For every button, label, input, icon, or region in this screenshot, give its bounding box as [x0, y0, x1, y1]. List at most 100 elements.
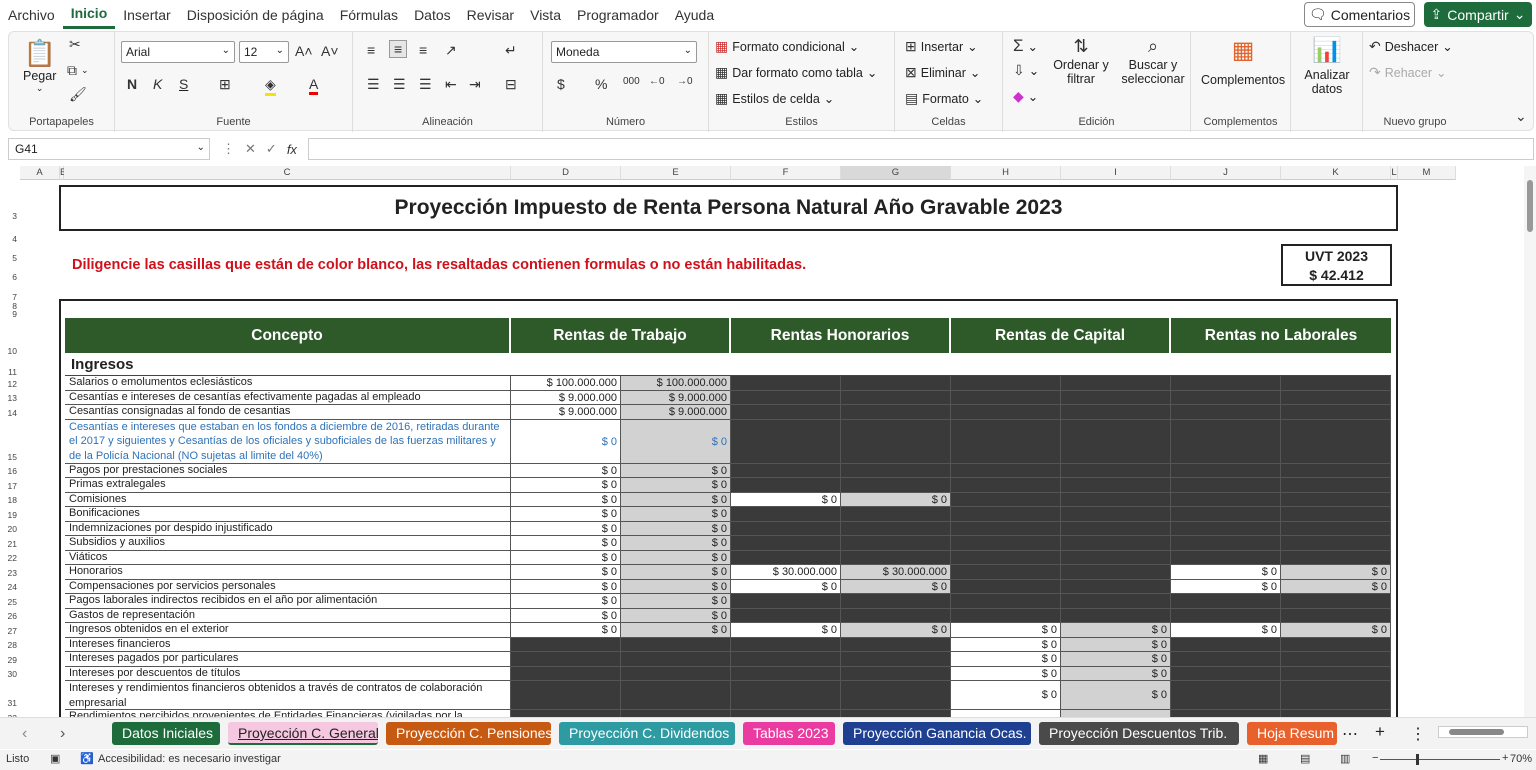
row-header[interactable]: 9: [0, 309, 20, 319]
align-top-button[interactable]: ≡: [367, 42, 375, 58]
macro-icon[interactable]: ▣: [50, 752, 60, 765]
row-header[interactable]: 11: [0, 367, 20, 377]
borders-button[interactable]: ⊞: [219, 76, 231, 93]
align-bottom-button[interactable]: ≡: [419, 42, 427, 58]
value-cell[interactable]: $ 0: [511, 579, 621, 594]
worksheet-grid[interactable]: ABCDEFGHIJKLM 34567891011121314151617181…: [0, 166, 1524, 717]
column-header-g[interactable]: G: [841, 166, 951, 180]
column-header-m[interactable]: M: [1398, 166, 1456, 180]
menu-insertar[interactable]: Insertar: [115, 0, 178, 30]
sheet-tab[interactable]: Proyección C. Dividendos: [559, 722, 735, 745]
options-icon[interactable]: ⋮: [1410, 724, 1426, 744]
column-header-j[interactable]: J: [1171, 166, 1281, 180]
row-header[interactable]: 13: [0, 393, 20, 403]
sheet-tab[interactable]: Proyección Ganancia Ocas.: [843, 722, 1031, 745]
menu-inicio[interactable]: Inicio: [62, 1, 116, 29]
row-header[interactable]: 14: [0, 407, 20, 418]
redo-button[interactable]: ↷ Rehacer ⌄: [1369, 64, 1446, 81]
hscroll-thumb[interactable]: [1449, 729, 1504, 735]
undo-button[interactable]: ↶ Deshacer ⌄: [1369, 38, 1453, 55]
scroll-thumb[interactable]: [1527, 180, 1533, 232]
row-header[interactable]: 19: [0, 509, 20, 520]
font-color-button[interactable]: A: [309, 76, 319, 95]
value-cell[interactable]: $ 0: [951, 666, 1061, 681]
next-sheet-icon[interactable]: ›: [60, 725, 65, 743]
zoom-level[interactable]: 70%: [1510, 753, 1532, 765]
horizontal-scrollbar[interactable]: [1438, 726, 1528, 738]
row-header[interactable]: 26: [0, 611, 20, 621]
prev-sheet-icon[interactable]: ‹: [22, 725, 27, 743]
menu-formulas[interactable]: Fórmulas: [332, 0, 406, 30]
value-cell[interactable]: $ 0: [511, 492, 621, 507]
addins-button[interactable]: ▦ Complementos: [1201, 36, 1285, 87]
zoom-out-icon[interactable]: −: [1372, 752, 1378, 764]
delete-cells-button[interactable]: ⊠ Eliminar ⌄: [905, 64, 980, 81]
thousands-button[interactable]: 000: [623, 76, 640, 87]
comments-button[interactable]: 🗨 Comentarios: [1304, 2, 1415, 27]
zoom-slider[interactable]: [1380, 754, 1500, 765]
menu-archivo[interactable]: Archivo: [0, 0, 63, 30]
share-button[interactable]: ⇪ Compartir ⌄: [1424, 2, 1532, 27]
menu-revisar[interactable]: Revisar: [459, 0, 522, 30]
row-header[interactable]: 29: [0, 654, 20, 665]
paste-button[interactable]: 📋 Pegar ⌄: [23, 38, 56, 94]
row-header[interactable]: 24: [0, 582, 20, 592]
italic-button[interactable]: K: [153, 76, 162, 92]
value-cell[interactable]: $ 0: [731, 579, 841, 594]
orientation-button[interactable]: ↗: [445, 42, 457, 59]
value-cell[interactable]: $ 0: [511, 623, 621, 638]
percent-button[interactable]: %: [595, 76, 607, 92]
menu-ayuda[interactable]: Ayuda: [667, 0, 722, 30]
value-cell[interactable]: $ 0: [951, 652, 1061, 667]
row-header[interactable]: 25: [0, 596, 20, 607]
align-center-button[interactable]: ☰: [393, 76, 406, 93]
row-header[interactable]: 17: [0, 480, 20, 491]
row-header[interactable]: 5: [0, 253, 20, 263]
value-cell[interactable]: $ 0: [1171, 565, 1281, 580]
value-cell[interactable]: $ 0: [511, 507, 621, 522]
sheet-tab[interactable]: Hoja Resum: [1247, 722, 1337, 745]
row-header[interactable]: 4: [0, 234, 20, 244]
number-format-select[interactable]: Moneda ⌄: [551, 41, 697, 63]
row-header[interactable]: 27: [0, 625, 20, 636]
value-cell[interactable]: $ 0: [951, 623, 1061, 638]
align-middle-button[interactable]: ≡: [389, 40, 408, 58]
sheet-tab[interactable]: Datos Iniciales: [112, 722, 220, 745]
column-header-d[interactable]: D: [511, 166, 621, 180]
insert-cells-button[interactable]: ⊞ Insertar ⌄: [905, 38, 978, 55]
menu-programador[interactable]: Programador: [569, 0, 667, 30]
row-header[interactable]: 15: [0, 451, 20, 462]
bold-button[interactable]: N: [127, 76, 137, 92]
row-header[interactable]: 16: [0, 466, 20, 476]
formula-input[interactable]: [308, 138, 1534, 160]
wrap-text-button[interactable]: ↵: [505, 42, 517, 59]
zoom-thumb[interactable]: [1416, 754, 1419, 765]
value-cell[interactable]: $ 0: [951, 637, 1061, 652]
menu-vista[interactable]: Vista: [522, 0, 569, 30]
normal-view-icon[interactable]: ▦: [1258, 752, 1268, 765]
fill-color-button[interactable]: ◈: [265, 76, 276, 96]
column-header-k[interactable]: K: [1281, 166, 1391, 180]
row-header[interactable]: 10: [0, 346, 20, 356]
row-header[interactable]: 31: [0, 698, 20, 708]
find-select-button[interactable]: ⌕ Buscar y seleccionar: [1117, 36, 1189, 86]
decrease-indent-button[interactable]: ⇤: [445, 76, 457, 93]
value-cell[interactable]: $ 0: [731, 492, 841, 507]
row-header[interactable]: 6: [0, 272, 20, 282]
format-cells-button[interactable]: ▤ Formato ⌄: [905, 90, 983, 107]
autosum-button[interactable]: Σ ⌄: [1013, 36, 1038, 56]
column-header-f[interactable]: F: [731, 166, 841, 180]
value-cell[interactable]: $ 0: [511, 478, 621, 493]
column-header-l[interactable]: L: [1391, 166, 1398, 180]
cell-styles-button[interactable]: ▦ Estilos de celda ⌄: [715, 90, 834, 107]
increase-decimal-button[interactable]: ←0: [649, 76, 665, 87]
row-header[interactable]: 28: [0, 640, 20, 650]
value-cell[interactable]: $ 0: [511, 536, 621, 551]
align-right-button[interactable]: ☰: [419, 76, 432, 93]
value-cell[interactable]: $ 0: [511, 608, 621, 623]
underline-button[interactable]: S: [179, 76, 188, 92]
vertical-scrollbar[interactable]: [1524, 166, 1536, 717]
value-cell[interactable]: $ 0: [951, 681, 1061, 710]
sheet-tab[interactable]: Proyección C. General: [228, 722, 378, 745]
cut-button[interactable]: ✂: [69, 36, 81, 53]
